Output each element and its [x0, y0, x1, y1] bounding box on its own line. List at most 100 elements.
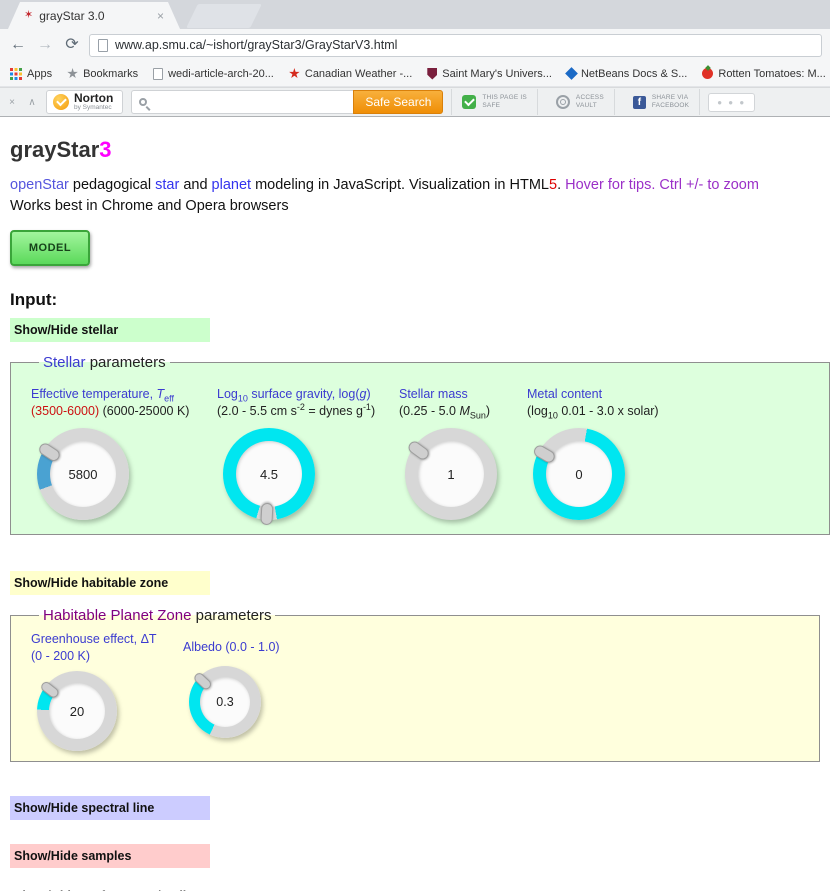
knob-group-teff: Effective temperature, Teff (3500-6000) … [31, 387, 217, 520]
knob-group-logg: Log10 surface gravity, log(g) (2.0 - 5.5… [217, 387, 399, 520]
habitable-knob-row: Greenhouse effect, ΔT (0 - 200 K) 20 Alb… [31, 626, 809, 751]
toolbar-collapse-icon[interactable]: ∧ [26, 97, 38, 108]
toggle-stellar[interactable]: Show/Hide stellar [10, 318, 210, 342]
bookmark-label: Bookmarks [83, 68, 138, 80]
toolbar-more-dots[interactable]: ● ● ● [708, 93, 755, 112]
facebook-icon: f [633, 96, 646, 109]
toggle-performance-realism[interactable]: Show/Hide performance/realism [10, 884, 820, 891]
dial-handle[interactable] [532, 443, 557, 464]
title-gray: gray [10, 137, 56, 162]
document-icon [153, 68, 163, 80]
page-title: grayStar3 [10, 137, 820, 163]
dial-handle[interactable] [37, 441, 62, 463]
albedo-dial[interactable]: 0.3 [189, 666, 261, 738]
bookmark-netbeans[interactable]: NetBeans Docs & S... [567, 68, 687, 80]
dial-handle[interactable] [260, 503, 273, 526]
tab-title: grayStar 3.0 [39, 9, 151, 23]
bookmark-apps[interactable]: Apps [10, 68, 52, 80]
tips-text: Hover for tips. Ctrl +/- to zoom [565, 177, 759, 193]
model-button[interactable]: MODEL [10, 230, 90, 266]
teff-label: Effective temperature, Teff [31, 387, 217, 401]
dial-handle[interactable] [192, 671, 213, 691]
toggle-spectral-line[interactable]: Show/Hide spectral line [10, 796, 210, 820]
bookmark-canadian-weather[interactable]: Canadian Weather -... [289, 68, 412, 80]
knob-group-greenhouse: Greenhouse effect, ΔT (0 - 200 K) 20 [31, 632, 183, 751]
knob-group-mass: Stellar mass (0.25 - 5.0 MSun) 1 [399, 387, 527, 520]
toggle-habitable-zone[interactable]: Show/Hide habitable zone [10, 571, 210, 595]
title-3: 3 [99, 137, 111, 162]
browser-tab[interactable]: ✶ grayStar 3.0 × [8, 2, 180, 29]
teff-range: (3500-6000) (6000-25000 K) [31, 404, 217, 418]
crest-icon [427, 68, 437, 80]
bookmark-label: Canadian Weather -... [305, 68, 412, 80]
logg-range: (2.0 - 5.5 cm s-2 = dynes g-1) [217, 404, 399, 418]
bookmark-label: Rotten Tomatoes: M... [718, 68, 825, 80]
share-line1: SHARE VIA [652, 94, 689, 102]
greenhouse-label: Greenhouse effect, ΔT [31, 632, 183, 646]
bookmark-label: Apps [27, 68, 52, 80]
mass-dial[interactable]: 1 [405, 428, 497, 520]
share-line2: FACEBOOK [652, 102, 689, 110]
safe-check-icon [462, 95, 476, 109]
reload-button[interactable]: ⟳ [62, 37, 82, 53]
vault-line2: VAULT [576, 102, 604, 110]
legend-rest: parameters [86, 354, 166, 371]
page-safe-line2: SAFE [482, 102, 527, 110]
page-safe-indicator[interactable]: THIS PAGE IS SAFE [451, 89, 538, 115]
stellar-parameters-panel: Stellar parameters Effective temperature… [10, 354, 830, 535]
page-safe-line1: THIS PAGE IS [482, 94, 527, 102]
page-icon [98, 39, 108, 52]
teff-dial[interactable]: 5800 [37, 428, 129, 520]
new-tab-button[interactable] [186, 4, 262, 28]
safe-search-button[interactable]: Safe Search [353, 90, 443, 114]
star-icon [67, 68, 78, 79]
title-star: Star [56, 137, 99, 162]
tab-close-icon[interactable]: × [157, 9, 164, 23]
apps-grid-icon [10, 68, 22, 80]
back-button[interactable]: ← [8, 37, 28, 53]
habitable-legend: Habitable Planet Zone parameters [39, 607, 275, 624]
navigation-bar: ← → ⟳ www.ap.smu.ca/~ishort/grayStar3/Gr… [0, 29, 830, 61]
knob-group-metal: Metal content (log10 0.01 - 3.0 x solar)… [527, 387, 727, 520]
url-text[interactable]: www.ap.smu.ca/~ishort/grayStar3/GrayStar… [115, 38, 397, 52]
input-heading: Input: [10, 290, 820, 310]
forward-button[interactable]: → [35, 37, 55, 53]
norton-search-input[interactable] [153, 93, 346, 111]
intro-text: . [557, 177, 565, 193]
planet-word: planet [212, 177, 252, 193]
intro-paragraph: openStar pedagogical star and planet mod… [10, 175, 820, 216]
bookmark-label: NetBeans Docs & S... [581, 68, 687, 80]
norton-brand-chip[interactable]: Norton by Symantec [46, 90, 123, 114]
html5-accent: 5 [549, 177, 557, 193]
bookmark-saint-marys[interactable]: Saint Mary's Univers... [427, 68, 552, 80]
norton-toolbar: × ∧ Norton by Symantec Safe Search THIS … [0, 87, 830, 117]
norton-search-box[interactable] [131, 90, 353, 114]
bookmark-bookmarks[interactable]: Bookmarks [67, 68, 138, 80]
norton-brand-sub: by Symantec [74, 104, 113, 111]
share-facebook-button[interactable]: f SHARE VIA FACEBOOK [623, 89, 700, 115]
metal-dial[interactable]: 0 [533, 428, 625, 520]
greenhouse-dial[interactable]: 20 [37, 671, 117, 751]
search-icon [139, 98, 147, 106]
dial-handle[interactable] [39, 680, 60, 700]
bookmark-rotten-tomatoes[interactable]: Rotten Tomatoes: M... [702, 68, 825, 80]
intro-text: modeling in JavaScript. Visualization in… [251, 177, 549, 193]
address-bar[interactable]: www.ap.smu.ca/~ishort/grayStar3/GrayStar… [89, 34, 822, 57]
openstar-link[interactable]: openStar [10, 177, 69, 193]
legend-colored: Habitable Planet Zone [43, 607, 191, 624]
legend-colored: Stellar [43, 354, 86, 371]
toggle-samples[interactable]: Show/Hide samples [10, 844, 210, 868]
toolbar-close-icon[interactable]: × [6, 97, 18, 108]
norton-check-icon [53, 94, 69, 110]
albedo-label: Albedo (0.0 - 1.0) [183, 640, 353, 654]
mass-label: Stellar mass [399, 387, 527, 401]
intro-text: pedagogical [69, 177, 155, 193]
logg-dial[interactable]: 4.5 [223, 428, 315, 520]
intro-text: and [179, 177, 211, 193]
legend-rest: parameters [191, 607, 271, 624]
dial-handle[interactable] [406, 439, 431, 462]
bookmark-wedi-article[interactable]: wedi-article-arch-20... [153, 68, 274, 80]
access-vault-button[interactable]: ACCESS VAULT [546, 89, 615, 115]
maple-leaf-icon [289, 68, 300, 79]
vault-icon [556, 95, 570, 109]
